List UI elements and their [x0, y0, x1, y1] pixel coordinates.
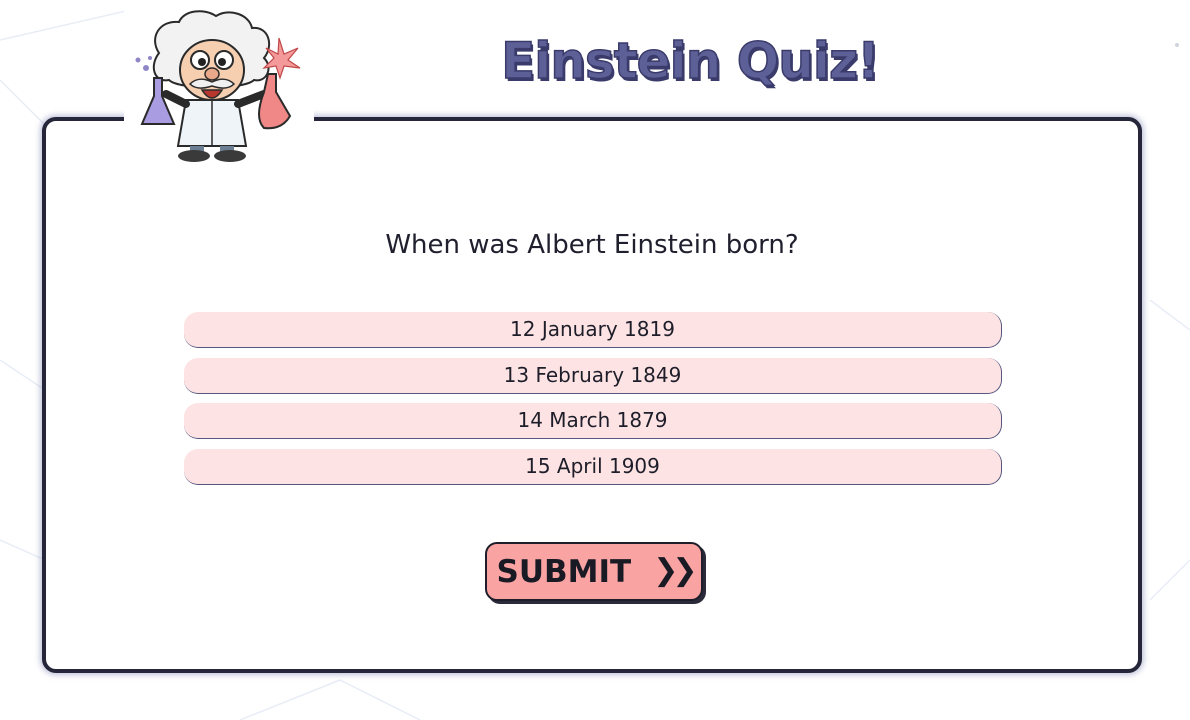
answer-option-4[interactable]: 15 April 1909 [184, 448, 1002, 485]
answer-option-3[interactable]: 14 March 1879 [184, 403, 1002, 439]
answer-options: 12 January 1819 13 February 1849 14 Marc… [184, 312, 1002, 494]
quiz-title: Einstein Quiz! [500, 31, 880, 91]
einstein-mascot-icon [124, 8, 314, 168]
answer-option-2[interactable]: 13 February 1849 [184, 357, 1002, 394]
submit-label: SUBMIT [496, 553, 632, 590]
question-text: When was Albert Einstein born? [385, 230, 799, 260]
answer-option-1[interactable]: 12 January 1819 [184, 312, 1002, 348]
submit-button[interactable]: SUBMIT ❯❯ [485, 542, 703, 601]
double-chevron-right-icon: ❯❯ [653, 553, 697, 588]
